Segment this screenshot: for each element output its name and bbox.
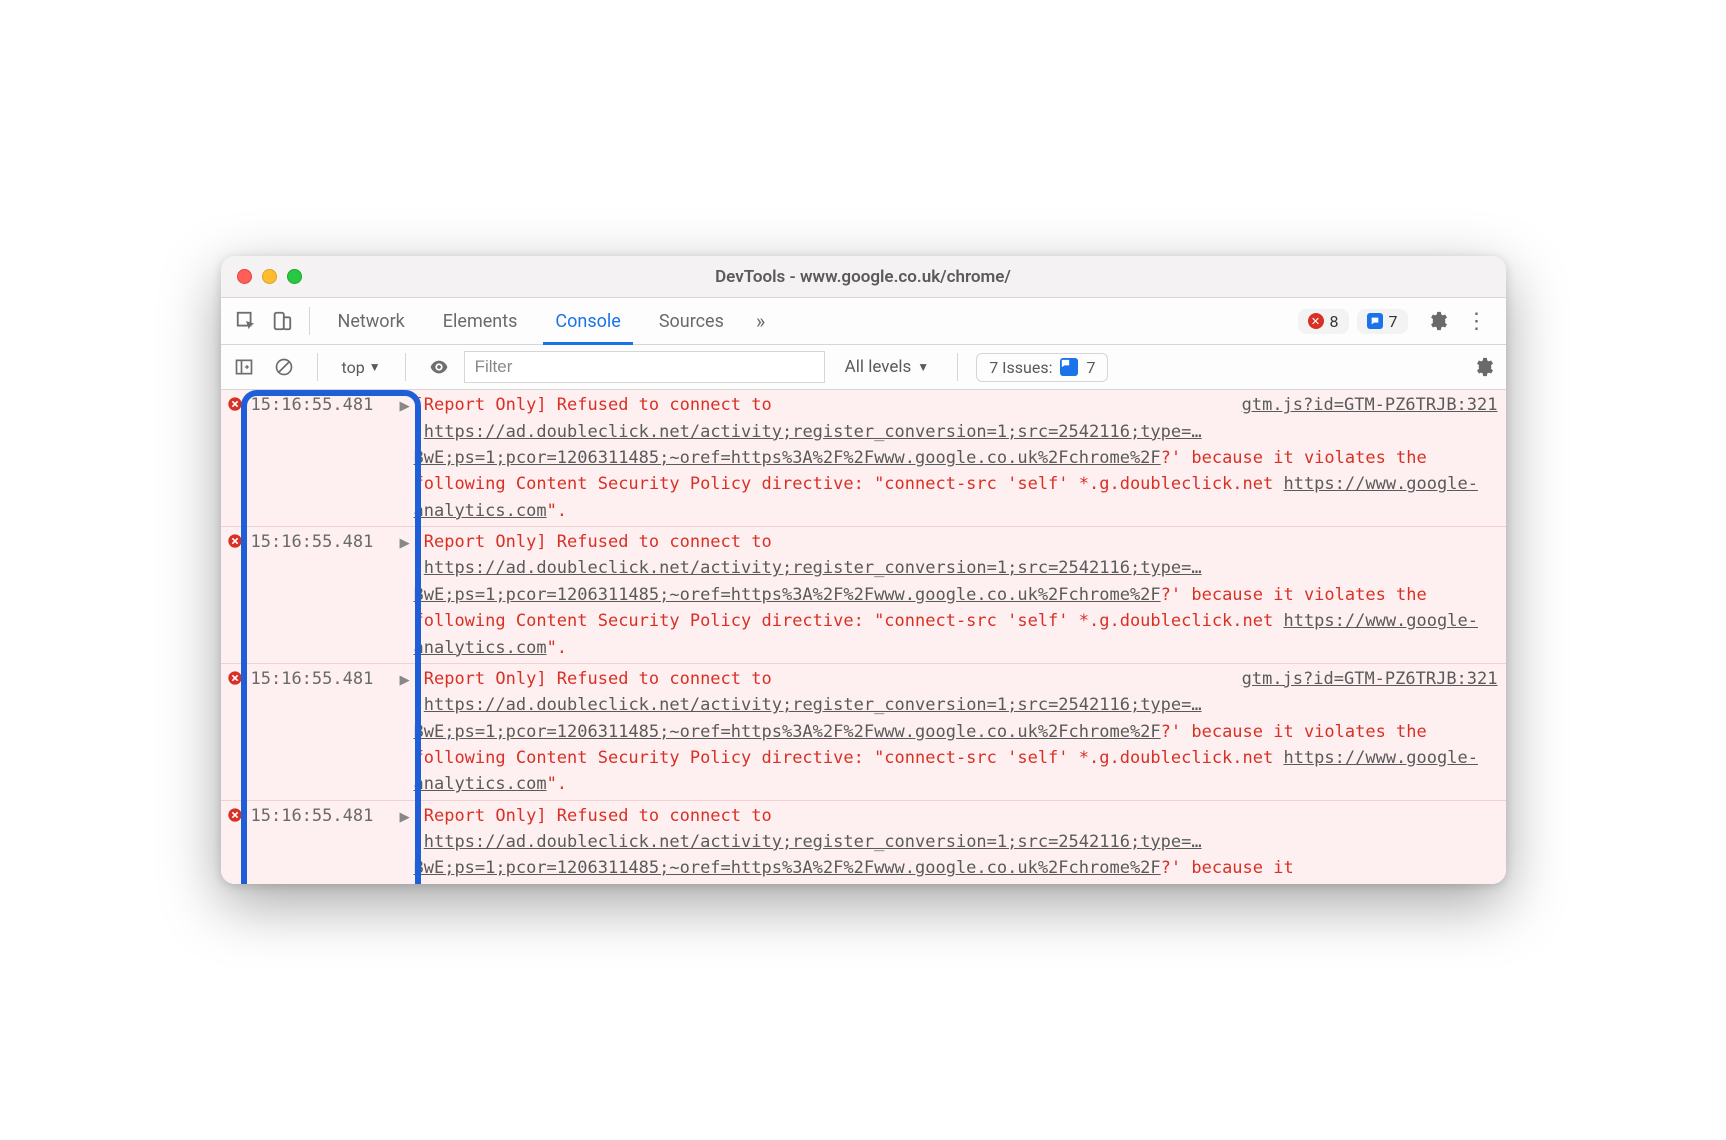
issues-label: 7 Issues: — [989, 358, 1052, 377]
console-message: gtm.js?id=GTM-PZ6TRJB:321[Report Only] R… — [414, 392, 1498, 524]
console-message: [Report Only] Refused to connect to 'htt… — [414, 803, 1498, 882]
error-count-badge[interactable]: ✕ 8 — [1298, 309, 1349, 334]
timestamp: 15:16:55.481 — [245, 392, 400, 524]
message-count: 7 — [1389, 312, 1398, 331]
log-levels-selector[interactable]: All levels ▼ — [835, 357, 940, 377]
titlebar: DevTools - www.google.co.uk/chrome/ — [221, 256, 1506, 298]
console-toolbar: top ▼ All levels ▼ 7 Issues: 7 — [221, 345, 1506, 390]
console-message: [Report Only] Refused to connect to 'htt… — [414, 529, 1498, 661]
console-output: 15:16:55.481▶gtm.js?id=GTM-PZ6TRJB:321[R… — [221, 390, 1506, 883]
window-title: DevTools - www.google.co.uk/chrome/ — [221, 267, 1506, 287]
chevron-down-icon: ▼ — [917, 360, 929, 374]
error-icon — [227, 533, 245, 551]
tab-label: Elements — [443, 311, 518, 332]
filter-input[interactable] — [464, 351, 825, 383]
main-tabbar: Network Elements Console Sources » ✕ 8 7… — [221, 298, 1506, 345]
error-count: 8 — [1330, 312, 1339, 331]
tab-elements[interactable]: Elements — [425, 298, 536, 344]
console-entry: 15:16:55.481▶gtm.js?id=GTM-PZ6TRJB:321[R… — [221, 390, 1506, 526]
error-icon — [227, 807, 245, 825]
error-icon: ✕ — [1308, 313, 1324, 329]
expand-icon[interactable]: ▶ — [400, 393, 414, 524]
sidebar-toggle-icon[interactable] — [229, 352, 259, 382]
source-link[interactable]: gtm.js?id=GTM-PZ6TRJB:321 — [1242, 392, 1498, 418]
divider — [405, 353, 406, 381]
inspect-icon[interactable] — [229, 304, 263, 338]
levels-label: All levels — [845, 357, 912, 377]
more-tabs-icon[interactable]: » — [744, 309, 777, 333]
timestamp: 15:16:55.481 — [245, 529, 400, 661]
expand-icon[interactable]: ▶ — [400, 530, 414, 661]
error-icon — [227, 670, 245, 688]
expand-icon[interactable]: ▶ — [400, 667, 414, 798]
tab-label: Console — [555, 311, 620, 332]
issues-count: 7 — [1086, 358, 1095, 377]
error-icon — [227, 396, 245, 414]
console-settings-icon[interactable] — [1468, 352, 1498, 382]
tab-label: Network — [338, 311, 405, 332]
tab-sources[interactable]: Sources — [641, 298, 742, 344]
context-label: top — [342, 358, 365, 377]
timestamp: 15:16:55.481 — [245, 666, 400, 798]
expand-icon[interactable]: ▶ — [400, 804, 414, 882]
message-count-badge[interactable]: 7 — [1357, 309, 1408, 334]
url-link[interactable]: https://ad.doubleclick.net/activity;regi… — [414, 422, 1202, 468]
more-menu-icon[interactable]: ⋮ — [1456, 309, 1498, 334]
live-expression-icon[interactable] — [424, 352, 454, 382]
timestamp: 15:16:55.481 — [245, 803, 400, 882]
tab-label: Sources — [659, 311, 724, 332]
divider — [309, 307, 310, 335]
device-toggle-icon[interactable] — [265, 304, 299, 338]
url-link[interactable]: https://ad.doubleclick.net/activity;regi… — [414, 832, 1202, 878]
console-entry: 15:16:55.481▶[Report Only] Refused to co… — [221, 526, 1506, 663]
source-link[interactable]: gtm.js?id=GTM-PZ6TRJB:321 — [1242, 666, 1498, 692]
message-icon — [1060, 358, 1078, 376]
console-message: gtm.js?id=GTM-PZ6TRJB:321[Report Only] R… — [414, 666, 1498, 798]
divider — [317, 353, 318, 381]
console-entry: 15:16:55.481▶gtm.js?id=GTM-PZ6TRJB:321[R… — [221, 663, 1506, 800]
context-selector[interactable]: top ▼ — [336, 356, 387, 379]
issues-button[interactable]: 7 Issues: 7 — [976, 353, 1108, 382]
tab-console[interactable]: Console — [537, 298, 638, 344]
clear-console-icon[interactable] — [269, 352, 299, 382]
url-link[interactable]: https://ad.doubleclick.net/activity;regi… — [414, 558, 1202, 604]
url-link[interactable]: https://ad.doubleclick.net/activity;regi… — [414, 695, 1202, 741]
divider — [957, 353, 958, 381]
tab-network[interactable]: Network — [320, 298, 423, 344]
settings-icon[interactable] — [1420, 304, 1454, 338]
console-entry: 15:16:55.481▶[Report Only] Refused to co… — [221, 800, 1506, 884]
devtools-window: DevTools - www.google.co.uk/chrome/ Netw… — [221, 256, 1506, 883]
message-icon — [1367, 313, 1383, 329]
chevron-down-icon: ▼ — [369, 360, 381, 374]
